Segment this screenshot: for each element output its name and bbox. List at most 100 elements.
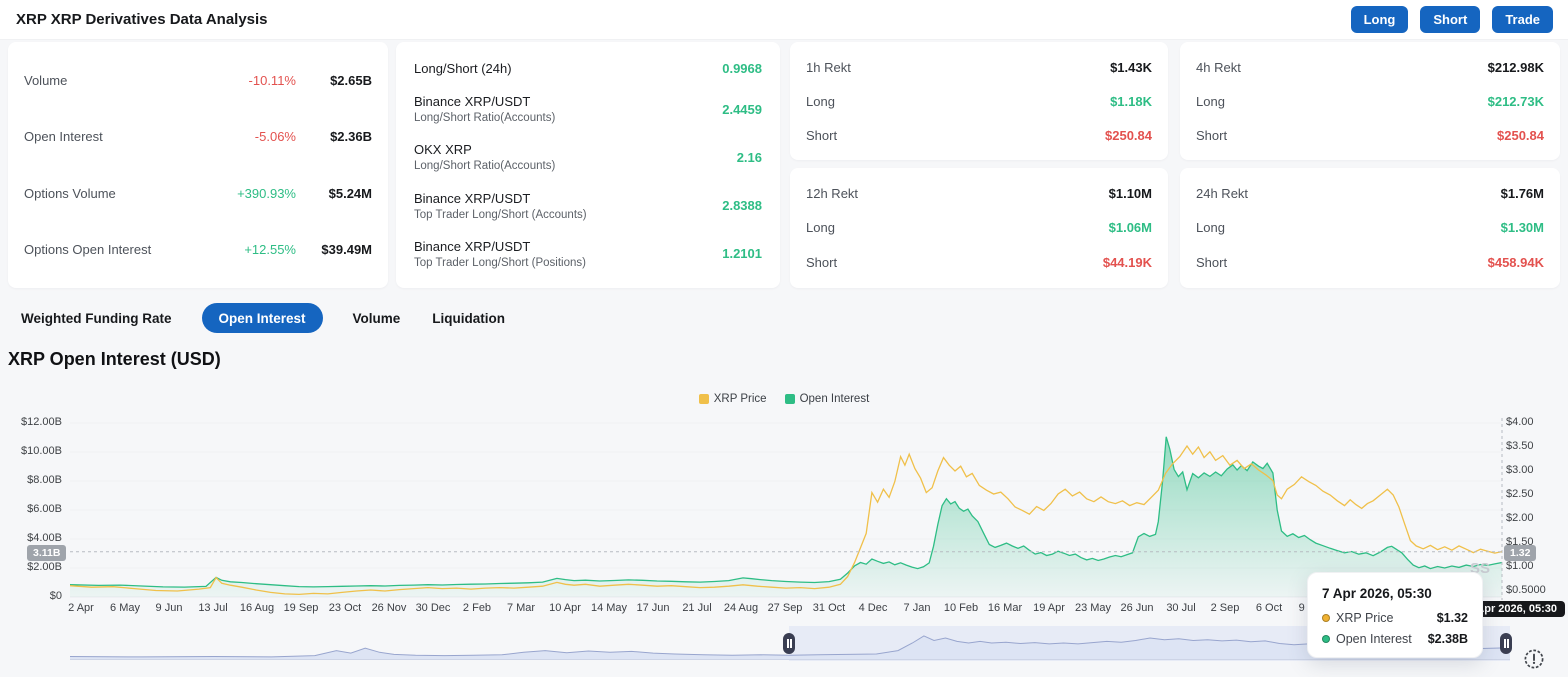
rekt-short-value: $250.84 [1497,127,1544,143]
ratio-labels: Binance XRP/USDT Top Trader Long/Short (A… [414,191,722,221]
rekt-cards: 1h Rekt $1.43K Long $1.18K Short $250.84 4h Re… [790,42,1560,288]
stat-value: $2.65B [330,72,372,88]
header-actions: Long Short Trade [1350,6,1553,33]
rekt-card: 24h Rekt $1.76M Long $1.30M Short $458.94K [1180,168,1560,288]
stat-change: -10.11% [248,72,296,88]
rekt-card: 4h Rekt $212.98K Long $212.73K Short $250.84 [1180,42,1560,160]
ratio-label: Binance XRP/USDT [414,94,531,110]
legend-item-open-interest[interactable]: Open Interest [784,393,870,405]
ratio-labels: Long/Short (24h) [414,61,722,76]
crosshair-oi-badge: 3.11B [27,545,67,561]
rekt-short-value: $250.84 [1105,127,1152,143]
tab-weighted-funding-rate[interactable]: Weighted Funding Rate [19,303,174,333]
app-header: XRP XRP Derivatives Data Analysis Long Sh… [0,0,1568,40]
left-axis-tick: $4.00B [27,532,62,544]
ratio-label: OKX XRP [414,142,472,158]
tab-volume[interactable]: Volume [351,303,403,333]
tab-open-interest[interactable]: Open Interest [201,303,323,333]
rekt-short-row: Short $458.94K [1196,255,1544,270]
tab-liquidation[interactable]: Liquidation [430,303,507,333]
rekt-title: 12h Rekt [806,185,859,201]
rekt-title: 4h Rekt [1196,59,1241,75]
tooltip-series-label: Open Interest [1336,632,1412,646]
ratio-row: OKX XRP Long/Short Ratio(Accounts) 2.16 [414,142,762,172]
rekt-total-value: $212.98K [1487,59,1544,75]
tooltip-series-dot [1322,635,1330,643]
tooltip-series-dot [1322,614,1330,622]
long-button[interactable]: Long [1350,6,1409,33]
stat-row: Open Interest -5.06% $2.36B [24,129,372,144]
right-axis-tick: $0.5000 [1506,584,1546,596]
stat-value: $2.36B [330,129,372,145]
stat-change: +390.93% [237,185,296,201]
legend-swatch [784,394,795,404]
trade-button[interactable]: Trade [1492,6,1553,33]
rekt-long-label: Long [806,220,835,236]
stat-value: $5.24M [328,185,372,201]
right-axis-tick: $4.00 [1506,416,1534,428]
rekt-long-row: Long $1.06M [806,220,1152,235]
rekt-short-value: $44.19K [1102,255,1152,271]
ratio-labels: Binance XRP/USDT Top Trader Long/Short (P… [414,239,722,269]
stat-label: Open Interest [24,129,103,145]
chart-tooltip: 7 Apr 2026, 05:30 XRP Price $1.32 Open Int… [1307,572,1483,658]
rekt-short-row: Short $250.84 [1196,128,1544,143]
chart-tabs: Weighted Funding Rate Open Interest Volume… [19,303,507,333]
left-axis-tick: $6.00B [27,503,62,515]
stat-row: Volume -10.11% $2.65B [24,73,372,88]
ratio-sublabel: Long/Short Ratio(Accounts) [414,112,556,125]
navigator-handle-right[interactable] [1500,633,1512,654]
legend-label: Open Interest [799,393,870,405]
left-axis-tick: $2.00B [27,561,62,573]
rekt-long-label: Long [1196,220,1225,236]
rekt-total-value: $1.76M [1500,185,1544,201]
left-axis-tick: $0 [49,590,62,602]
short-button[interactable]: Short [1420,6,1481,33]
rekt-long-value: $1.18K [1110,93,1152,109]
rekt-long-label: Long [1196,93,1225,109]
ratio-value: 2.16 [736,149,762,165]
stat-row: Options Volume +390.93% $5.24M [24,186,372,201]
right-axis-tick: $1.00 [1506,560,1534,572]
ratio-sublabel: Long/Short Ratio(Accounts) [414,160,556,173]
rekt-short-value: $458.94K [1487,255,1544,271]
rekt-long-value: $1.30M [1500,220,1544,236]
rekt-long-row: Long $1.18K [806,94,1152,109]
ratio-label: Binance XRP/USDT [414,190,531,206]
stat-label: Options Volume [24,185,116,201]
navigator-handle-left[interactable] [783,633,795,654]
stat-row: Options Open Interest +12.55% $39.49M [24,242,372,257]
tooltip-series-value: $1.32 [1436,611,1468,625]
ratio-label: Binance XRP/USDT [414,238,531,254]
ratio-value: 1.2101 [722,246,762,262]
ratio-sublabel: Top Trader Long/Short (Positions) [414,256,586,269]
crosshair-price-badge: 1.32 [1504,545,1537,561]
legend-label: XRP Price [713,393,767,405]
rekt-short-row: Short $250.84 [806,128,1152,143]
rekt-long-row: Long $212.73K [1196,94,1544,109]
tooltip-date: 7 Apr 2026, 05:30 [1322,586,1432,601]
page-title: XRP XRP Derivatives Data Analysis [16,11,268,28]
rekt-title-row: 24h Rekt $1.76M [1196,186,1544,201]
ratio-row: Binance XRP/USDT Top Trader Long/Short (P… [414,239,762,269]
stat-label: Volume [24,72,68,88]
ratio-value: 2.4459 [722,101,762,117]
rekt-short-label: Short [1196,255,1228,271]
ratio-labels: OKX XRP Long/Short Ratio(Accounts) [414,142,737,172]
market-stats-card: Volume -10.11% $2.65B Open Interest -5.06% $2… [8,42,388,288]
rekt-title-row: 12h Rekt $1.10M [806,186,1152,201]
rekt-long-value: $1.06M [1108,220,1152,236]
ratio-row: Binance XRP/USDT Long/Short Ratio(Account… [414,94,762,124]
rekt-short-row: Short $44.19K [806,255,1152,270]
chart-settings-gear-icon[interactable] [1521,646,1547,672]
rekt-long-value: $212.73K [1487,93,1544,109]
legend-item-xrp-price[interactable]: XRP Price [698,393,767,405]
tooltip-series-label: XRP Price [1336,611,1394,625]
stat-label: Options Open Interest [24,242,152,258]
rekt-title-row: 4h Rekt $212.98K [1196,60,1544,75]
ratio-labels: Binance XRP/USDT Long/Short Ratio(Account… [414,94,722,124]
rekt-title: 1h Rekt [806,59,851,75]
legend-swatch [698,394,709,404]
left-axis-tick: $10.00B [21,445,62,457]
ratio-value: 2.8388 [722,198,762,214]
